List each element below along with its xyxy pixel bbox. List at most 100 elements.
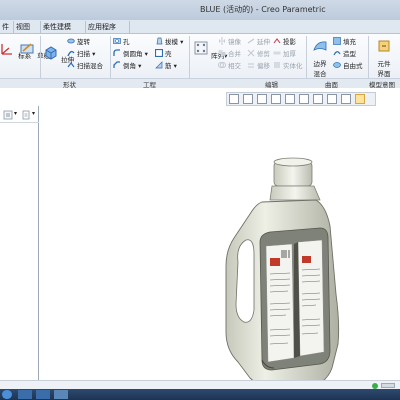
round-dropdown-icon[interactable]: ▾: [143, 50, 148, 58]
selection-filter-icon[interactable]: [381, 383, 395, 388]
draft-dropdown-icon[interactable]: ▾: [178, 38, 183, 46]
merge-button[interactable]: 合并: [218, 49, 241, 59]
spin-center-icon[interactable]: [341, 94, 351, 104]
trim-button[interactable]: 修剪: [247, 49, 270, 59]
round-button[interactable]: 倒圆角 ▾: [113, 49, 148, 59]
model-tree-panel: [0, 106, 39, 380]
chamfer-icon: [113, 61, 120, 68]
taskbar-app-icon[interactable]: [36, 390, 50, 399]
zoom-out-icon[interactable]: [257, 94, 267, 104]
thicken-button[interactable]: 加厚: [273, 49, 296, 59]
extend-label: 延伸: [257, 38, 270, 46]
orient-icon[interactable]: [285, 94, 295, 104]
graphics-toolbar: [226, 92, 376, 106]
boundary-blend-label-1: 边界: [313, 60, 327, 68]
annotation-display-icon[interactable]: [355, 94, 365, 104]
intersect-button[interactable]: 相交: [218, 61, 241, 71]
pattern-button[interactable]: 阵列▾: [193, 40, 227, 60]
fill-icon: [333, 37, 341, 45]
shell-label: 壳: [165, 50, 172, 58]
rib-button[interactable]: 筋 ▾: [155, 61, 177, 71]
swept-blend-button[interactable]: 扫描混合: [67, 61, 103, 71]
offset-label: 偏移: [257, 62, 270, 70]
offset-button[interactable]: 偏移: [247, 61, 270, 71]
taskbar-app-icon[interactable]: [18, 390, 32, 399]
show-icon[interactable]: [21, 110, 31, 120]
taskbar-app-icon[interactable]: [54, 390, 68, 399]
window-title: BLUE (活动的) - Creo Parametric: [200, 5, 326, 14]
solidify-button[interactable]: 实体化: [273, 61, 303, 71]
tab-view[interactable]: 视图: [14, 21, 41, 34]
freestyle-button[interactable]: 自由式: [333, 61, 363, 71]
extend-icon: [247, 38, 255, 44]
component-interface-label-1: 元件: [377, 60, 391, 68]
zoom-fit-icon[interactable]: [229, 94, 239, 104]
settings-icon[interactable]: [3, 110, 13, 120]
trim-label: 修剪: [257, 50, 270, 58]
style-icon: [333, 51, 341, 56]
datum-display-icon[interactable]: [327, 94, 337, 104]
sketch-button[interactable]: 草绘: [19, 40, 50, 60]
revolve-icon: [67, 38, 75, 44]
coordinate-system-icon: [1, 44, 12, 55]
bottle-model[interactable]: [216, 154, 346, 400]
show-dropdown-icon[interactable]: ▾: [32, 110, 35, 117]
ribbon-tab-bar: 件 视图 柔性建模 应用程序: [0, 20, 400, 34]
style-label: 造型: [343, 50, 356, 58]
display-style-icon[interactable]: [313, 94, 323, 104]
ribbon-group-labels: 形状 工程 编辑 曲面 模型意图: [0, 78, 400, 89]
fill-button[interactable]: 填充: [333, 37, 356, 47]
hole-icon: [113, 38, 121, 44]
pattern-icon: [194, 41, 208, 55]
rib-icon: [155, 61, 163, 69]
chamfer-dropdown-icon[interactable]: ▾: [136, 62, 141, 70]
hole-button[interactable]: 孔: [113, 37, 130, 47]
start-icon[interactable]: [2, 390, 12, 399]
saved-views-icon[interactable]: [299, 94, 309, 104]
sketch-icon: [20, 43, 34, 54]
thicken-icon: [273, 51, 281, 55]
style-button[interactable]: 造型: [333, 49, 356, 59]
mirror-icon: [219, 37, 225, 45]
intersect-icon: [218, 62, 226, 68]
title-bar: BLUE (活动的) - Creo Parametric: [0, 0, 400, 20]
mirror-button[interactable]: 镜像: [218, 37, 241, 47]
draft-button[interactable]: 拔模 ▾: [155, 37, 183, 47]
draft-icon: [156, 37, 163, 45]
sweep-icon: [67, 50, 75, 57]
rib-dropdown-icon[interactable]: ▾: [172, 62, 177, 70]
merge-label: 合并: [228, 50, 241, 58]
extend-button[interactable]: 延伸: [247, 37, 270, 47]
intersect-label: 相交: [228, 62, 241, 70]
boundary-blend-button[interactable]: 边界 混合: [309, 38, 331, 78]
trim-icon: [247, 49, 255, 57]
component-interface-icon: [378, 40, 390, 52]
revolve-label: 旋转: [77, 38, 90, 46]
project-button[interactable]: 投影: [273, 37, 296, 47]
extrude-button[interactable]: 拉伸: [43, 44, 74, 64]
chamfer-button[interactable]: 倒角 ▾: [113, 61, 141, 71]
repaint-icon[interactable]: [271, 94, 281, 104]
round-label: 倒圆角: [123, 50, 143, 58]
chamfer-label: 倒角: [123, 62, 136, 70]
merge-icon: [218, 50, 226, 56]
sweep-button[interactable]: 扫描 ▾: [67, 49, 95, 59]
graphics-window[interactable]: [40, 88, 400, 387]
revolve-button[interactable]: 旋转: [67, 37, 90, 47]
component-interface-label-2: 界面: [377, 70, 391, 78]
tab-model[interactable]: 件: [0, 21, 14, 34]
round-icon: [113, 49, 120, 56]
fill-label: 填充: [343, 38, 356, 46]
offset-icon: [248, 63, 254, 68]
component-interface-button[interactable]: 元件 界面: [372, 38, 396, 78]
coordinate-system-button[interactable]: 标系: [0, 40, 31, 60]
freestyle-label: 自由式: [343, 62, 363, 70]
swept-blend-label: 扫描混合: [77, 62, 103, 70]
settings-dropdown-icon[interactable]: ▾: [14, 110, 17, 117]
tab-applications[interactable]: 应用程序: [86, 21, 130, 34]
extrude-icon: [45, 46, 57, 60]
zoom-in-icon[interactable]: [243, 94, 253, 104]
sweep-dropdown-icon[interactable]: ▾: [90, 50, 95, 58]
tab-flexible-modeling[interactable]: 柔性建模: [41, 21, 86, 34]
shell-button[interactable]: 壳: [155, 49, 172, 59]
